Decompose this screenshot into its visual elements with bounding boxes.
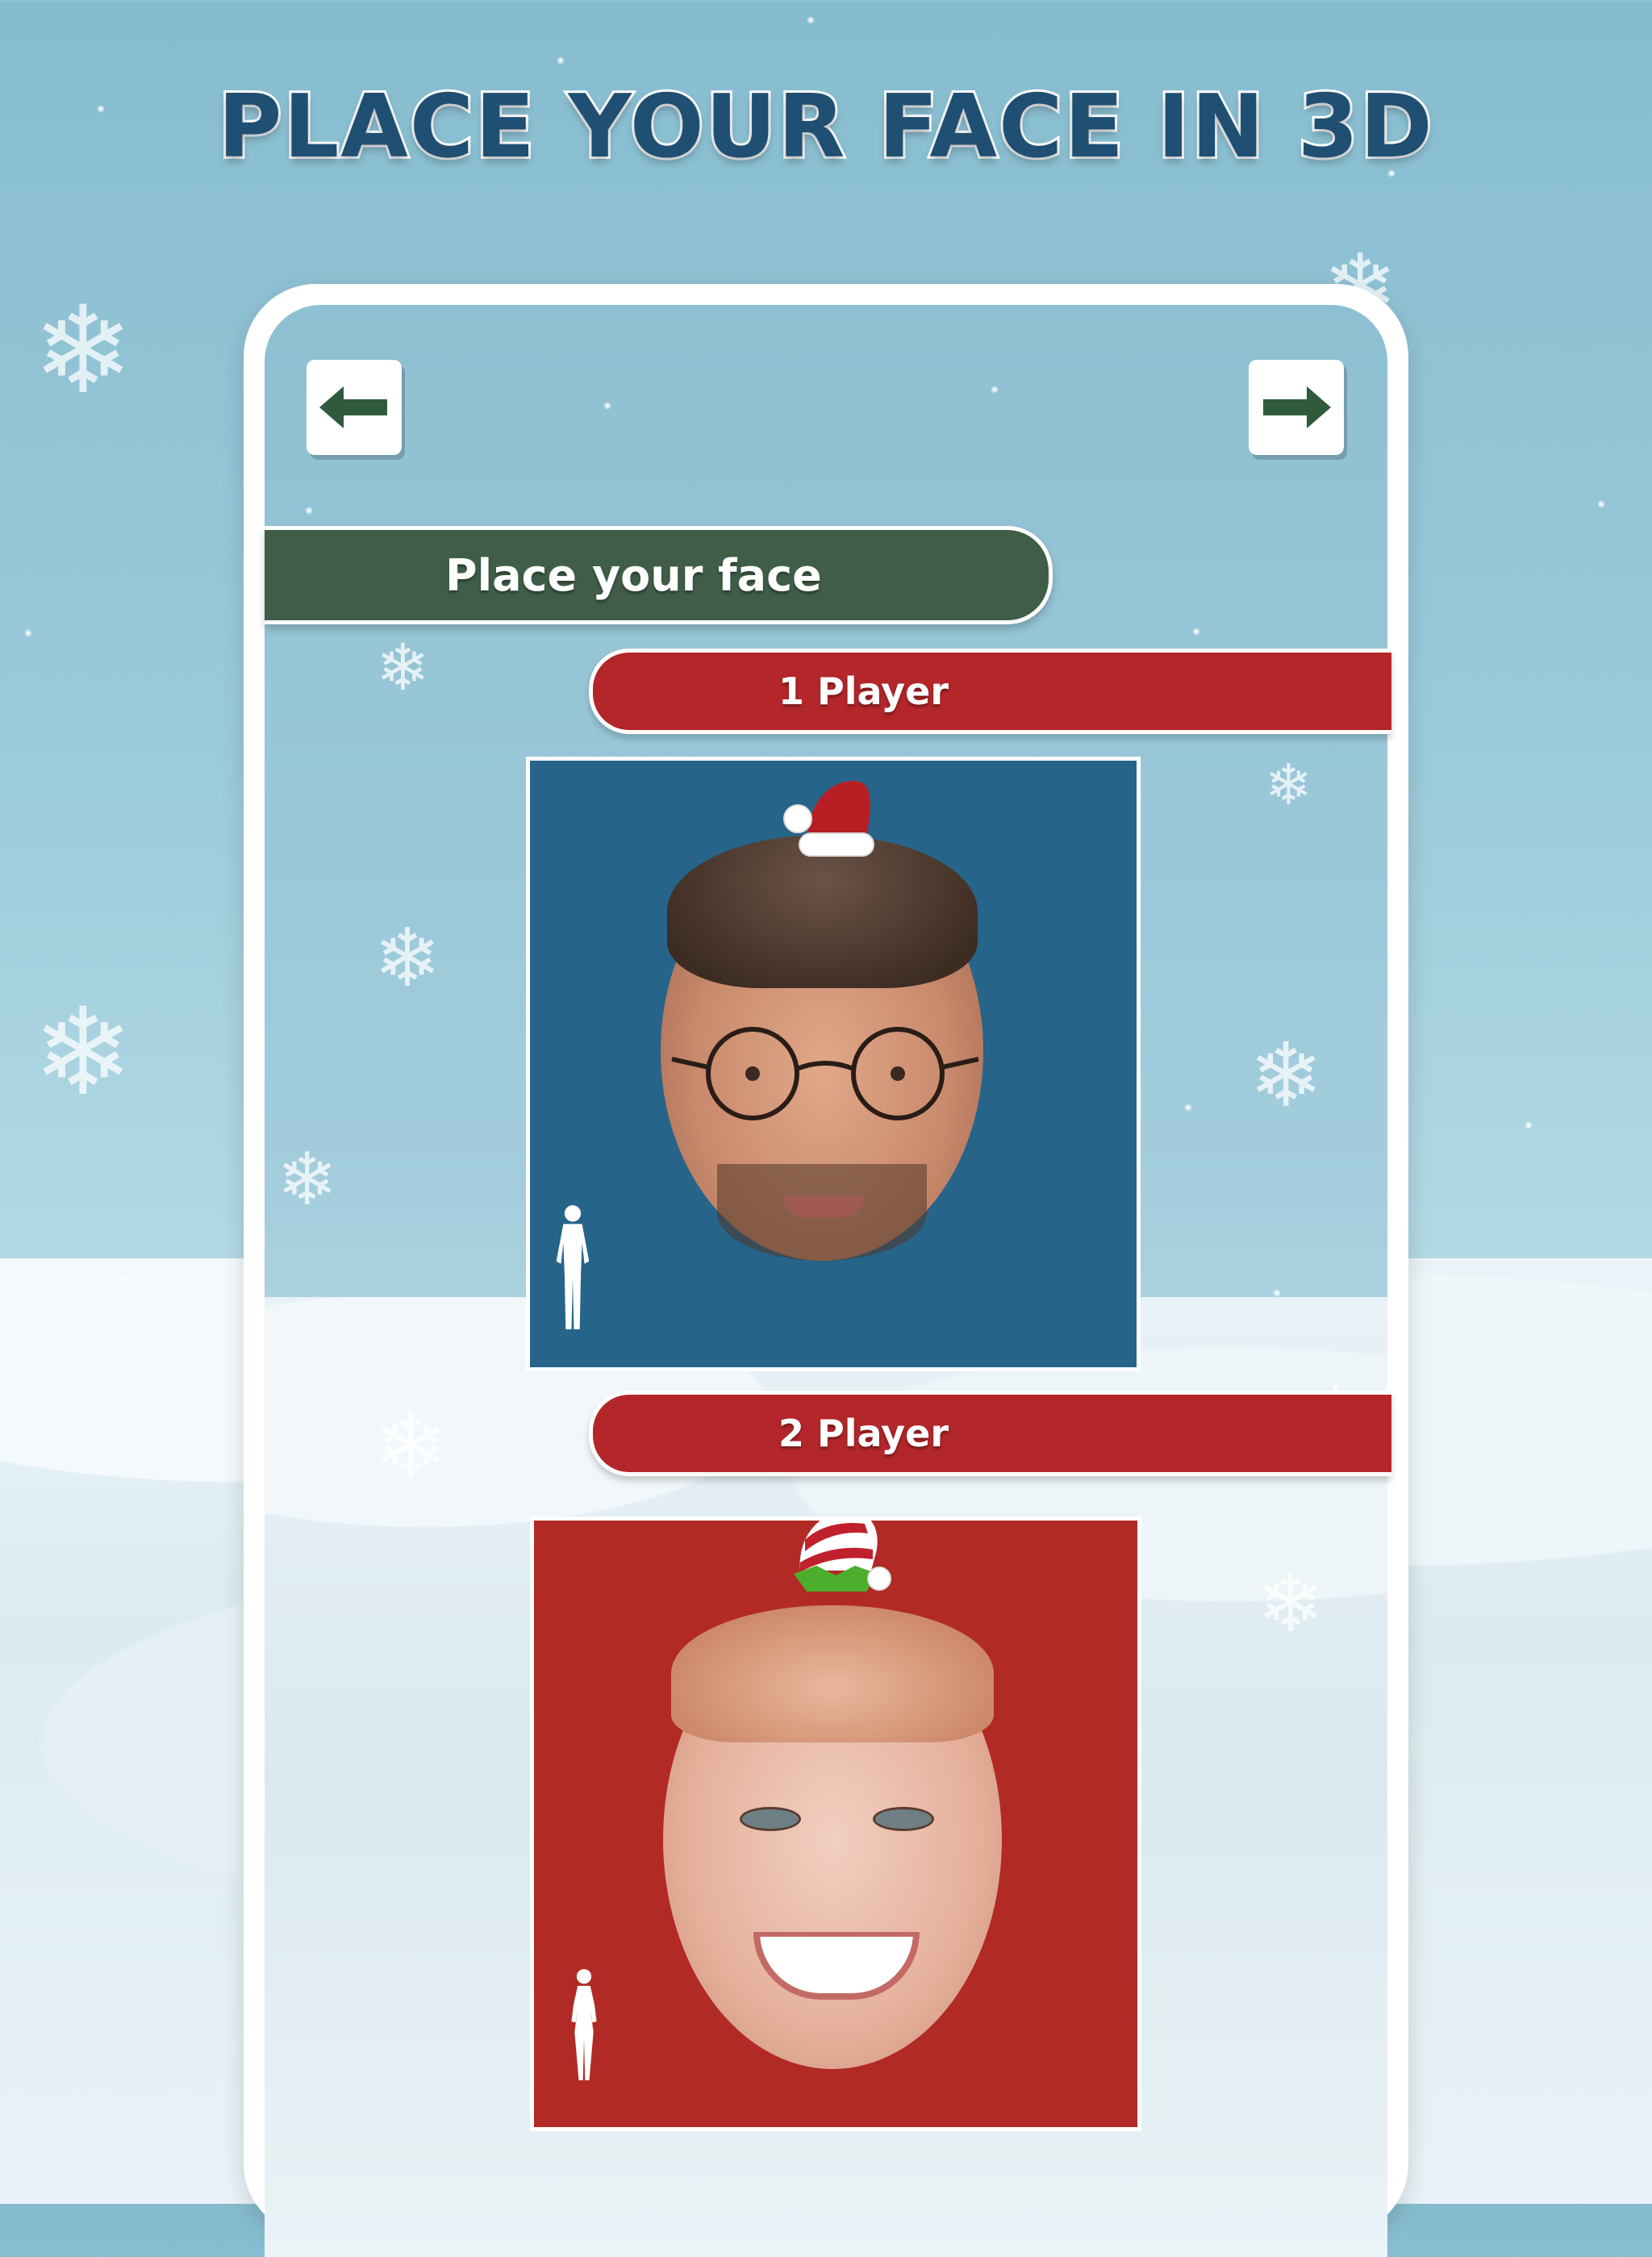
arrow-right-icon [1263, 386, 1331, 428]
player-2-face-card[interactable] [530, 1516, 1141, 2131]
glasses-icon [671, 1027, 979, 1120]
elf-hat-icon [794, 1521, 891, 1592]
santa-hat-icon [783, 781, 874, 857]
snowflake-icon: ❄ [32, 982, 134, 1123]
snow-sparkle [24, 629, 32, 637]
section-title: Place your face [445, 549, 822, 601]
player-1-label: 1 Player [778, 670, 949, 713]
snow-sparkle [305, 507, 313, 515]
back-button[interactable] [307, 360, 402, 455]
snow-sparkle [1273, 1289, 1281, 1297]
arrow-left-icon [319, 386, 387, 428]
snow-sparkle [1192, 628, 1200, 636]
snow-sparkle [603, 402, 611, 410]
female-body-icon [571, 1969, 597, 2080]
hair [671, 1605, 994, 1742]
snowflake-icon: ❄ [277, 1137, 338, 1222]
male-body-icon [556, 1205, 590, 1329]
snow-sparkle [557, 56, 565, 65]
next-button[interactable] [1249, 360, 1344, 455]
snow-sparkle [121, 1275, 129, 1283]
player-1-bar[interactable]: 1 Player [589, 649, 1391, 734]
snow-sparkle [1184, 1103, 1192, 1112]
mouth [783, 1196, 864, 1217]
eye [873, 1807, 934, 1831]
snowflake-icon: ❄ [376, 630, 431, 705]
snowflake-icon: ❄ [373, 1395, 448, 1498]
eye [740, 1807, 801, 1831]
snowflake-icon: ❄ [1265, 752, 1312, 818]
page-headline: PLACE YOUR FACE IN 3D [215, 74, 1434, 180]
snowflake-icon: ❄ [373, 911, 441, 1005]
snow-sparkle [991, 386, 999, 394]
snowflake-icon: ❄ [32, 281, 134, 421]
snow-sparkle [1525, 1121, 1533, 1129]
section-title-bar: Place your face [265, 526, 1053, 624]
snow-sparkle [807, 16, 815, 24]
snow-sparkle [1597, 500, 1605, 508]
player-1-face-card[interactable] [526, 757, 1141, 1371]
snowflake-icon: ❄ [1249, 1024, 1324, 1127]
snowflake-icon: ❄ [1257, 1556, 1325, 1650]
player-2-label: 2 Player [778, 1412, 949, 1455]
player-2-bar[interactable]: 2 Player [589, 1391, 1391, 1476]
